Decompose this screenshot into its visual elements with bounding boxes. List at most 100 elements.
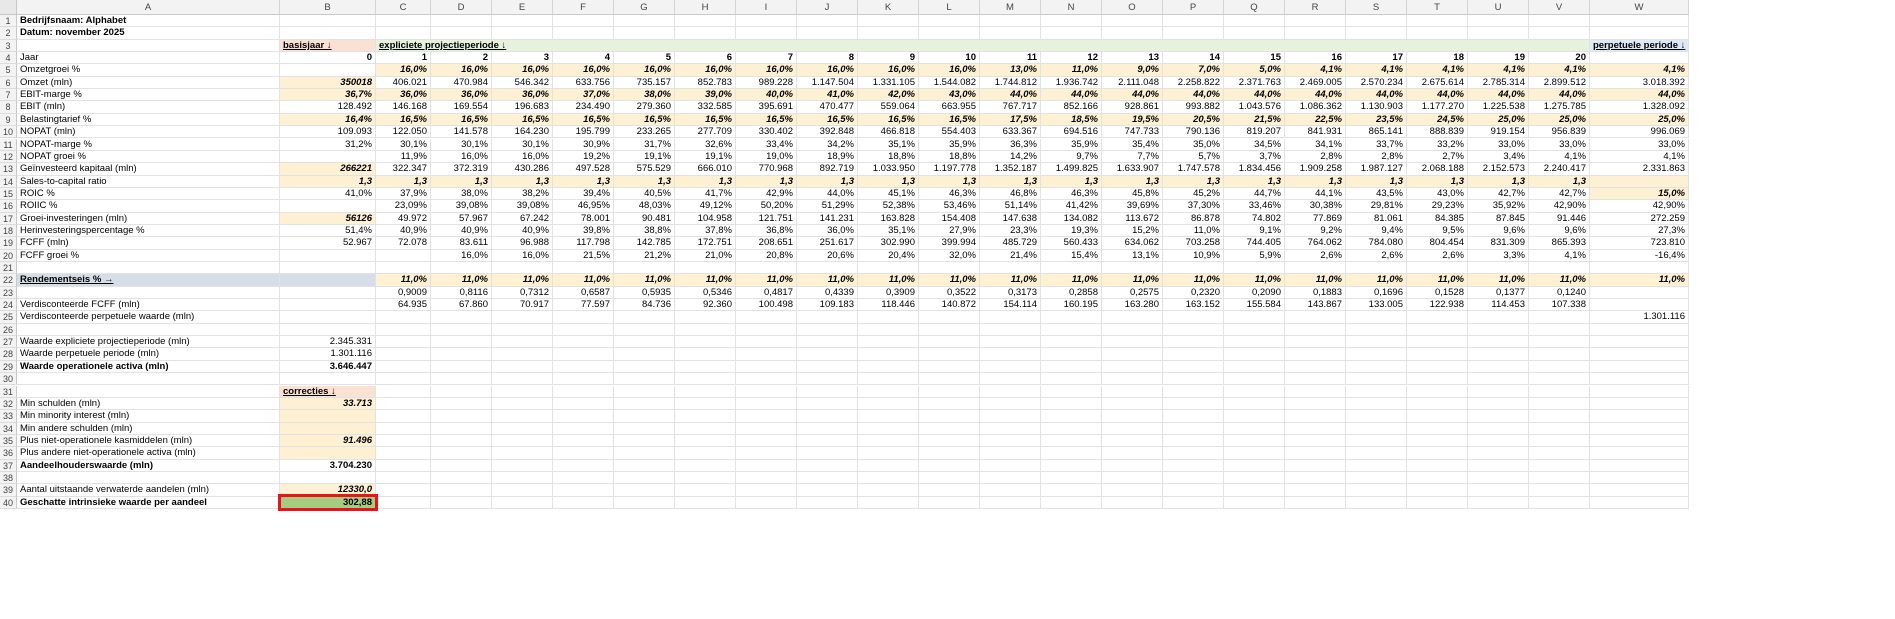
projection-cell[interactable]: 11,0% <box>1163 224 1224 238</box>
cell[interactable] <box>1224 471 1285 485</box>
cell[interactable] <box>1468 323 1529 337</box>
cell[interactable] <box>1346 323 1407 337</box>
projection-cell[interactable]: 18,8% <box>919 150 980 164</box>
cell[interactable] <box>858 459 919 472</box>
row-label[interactable]: ROIIC % <box>17 200 280 213</box>
projection-cell[interactable]: 7,7% <box>1102 150 1163 164</box>
projection-cell[interactable]: 16,5% <box>736 113 797 127</box>
projection-cell[interactable]: 44,0% <box>1285 89 1346 102</box>
cell[interactable] <box>376 385 431 398</box>
base-value-cell[interactable] <box>280 311 376 324</box>
row-label[interactable] <box>17 286 280 300</box>
projection-cell[interactable]: 14 <box>1163 52 1224 65</box>
projection-cell[interactable]: 81.061 <box>1346 212 1407 225</box>
cell[interactable] <box>1529 27 1590 40</box>
cell[interactable] <box>736 360 797 374</box>
cell[interactable] <box>858 348 919 361</box>
cell[interactable] <box>376 447 431 460</box>
cell[interactable] <box>675 434 736 448</box>
projection-cell[interactable]: 4,1% <box>1468 64 1529 77</box>
projection-cell[interactable]: 11,0% <box>1346 274 1407 287</box>
cell[interactable] <box>376 360 431 374</box>
column-header-j[interactable]: J <box>797 0 858 15</box>
projection-cell[interactable]: 44,1% <box>1285 187 1346 201</box>
cell[interactable] <box>492 484 553 497</box>
cell[interactable] <box>614 323 675 337</box>
projection-cell[interactable]: 33,0% <box>1529 138 1590 151</box>
row-header[interactable]: 13 <box>0 163 17 176</box>
projection-cell[interactable]: 16,5% <box>492 113 553 127</box>
cell[interactable] <box>797 496 858 509</box>
projection-cell[interactable]: 39,69% <box>1102 200 1163 213</box>
projection-cell[interactable]: 1.130.903 <box>1346 101 1407 114</box>
projection-cell[interactable]: 3 <box>492 52 553 65</box>
cell[interactable] <box>1590 27 1689 40</box>
cell[interactable] <box>736 397 797 411</box>
projection-cell[interactable]: 744.405 <box>1224 237 1285 250</box>
cell[interactable] <box>492 397 553 411</box>
projection-cell[interactable]: 32,0% <box>919 249 980 262</box>
projection-cell[interactable]: 1 <box>376 52 431 65</box>
cell[interactable] <box>280 471 376 485</box>
cell[interactable] <box>1407 397 1468 411</box>
column-header-n[interactable]: N <box>1041 0 1102 15</box>
cell[interactable] <box>736 434 797 448</box>
projection-cell[interactable]: 109.183 <box>797 299 858 312</box>
cell[interactable] <box>980 410 1041 423</box>
projection-cell[interactable]: 430.286 <box>492 163 553 176</box>
cell[interactable] <box>797 27 858 40</box>
cell[interactable] <box>431 459 492 472</box>
projection-cell[interactable]: 36,0% <box>492 89 553 102</box>
cell[interactable] <box>736 385 797 398</box>
projection-cell[interactable]: 77.597 <box>553 299 614 312</box>
cell[interactable] <box>1529 373 1590 386</box>
projection-cell[interactable]: 21,2% <box>614 249 675 262</box>
projection-cell[interactable]: 9,4% <box>1346 224 1407 238</box>
cell[interactable] <box>980 471 1041 485</box>
row-header[interactable]: 24 <box>0 299 17 312</box>
projection-cell[interactable]: 1,3 <box>431 175 492 188</box>
projection-cell[interactable]: 30,1% <box>431 138 492 151</box>
cell[interactable] <box>376 348 431 361</box>
cell[interactable] <box>1407 447 1468 460</box>
projection-cell[interactable]: 1.633.907 <box>1102 163 1163 176</box>
projection-cell[interactable]: 50,20% <box>736 200 797 213</box>
projection-cell[interactable]: 84.736 <box>614 299 675 312</box>
cell[interactable] <box>919 471 980 485</box>
projection-cell[interactable]: 33,0% <box>1468 138 1529 151</box>
column-header-s[interactable]: S <box>1346 0 1407 15</box>
projection-cell[interactable]: 16,0% <box>431 150 492 164</box>
cell[interactable] <box>1468 385 1529 398</box>
projection-cell[interactable]: 35,1% <box>858 138 919 151</box>
column-header-t[interactable]: T <box>1407 0 1468 15</box>
cell[interactable] <box>1590 471 1689 485</box>
cell[interactable] <box>797 15 858 28</box>
cell[interactable] <box>1407 348 1468 361</box>
cell[interactable] <box>1102 484 1163 497</box>
projection-cell[interactable]: 18,8% <box>858 150 919 164</box>
projection-cell[interactable]: 4,1% <box>1407 64 1468 77</box>
projection-cell[interactable]: 40,9% <box>492 224 553 238</box>
cell[interactable] <box>919 385 980 398</box>
cell[interactable] <box>614 447 675 460</box>
row-label[interactable]: EBIT-marge % <box>17 89 280 102</box>
projection-cell[interactable]: 41,0% <box>797 89 858 102</box>
cell[interactable] <box>980 484 1041 497</box>
projection-cell[interactable] <box>919 311 980 324</box>
projection-cell[interactable]: 4,1% <box>1529 249 1590 262</box>
projection-cell[interactable]: 1,3 <box>1468 175 1529 188</box>
cell[interactable] <box>553 323 614 337</box>
projection-cell[interactable]: 0,1240 <box>1529 286 1590 300</box>
projection-cell[interactable]: 90.481 <box>614 212 675 225</box>
cell[interactable] <box>1590 447 1689 460</box>
projection-cell[interactable]: 234.490 <box>553 101 614 114</box>
projection-cell[interactable]: 29,23% <box>1407 200 1468 213</box>
projection-cell[interactable]: 554.403 <box>919 126 980 139</box>
cell[interactable] <box>1590 385 1689 398</box>
cell[interactable] <box>1590 459 1689 472</box>
projection-cell[interactable]: 1,3 <box>980 175 1041 188</box>
projection-cell[interactable]: 251.617 <box>797 237 858 250</box>
cell[interactable] <box>1590 496 1689 509</box>
projection-cell[interactable]: 7,0% <box>1163 64 1224 77</box>
projection-cell[interactable]: 42,9% <box>736 187 797 201</box>
